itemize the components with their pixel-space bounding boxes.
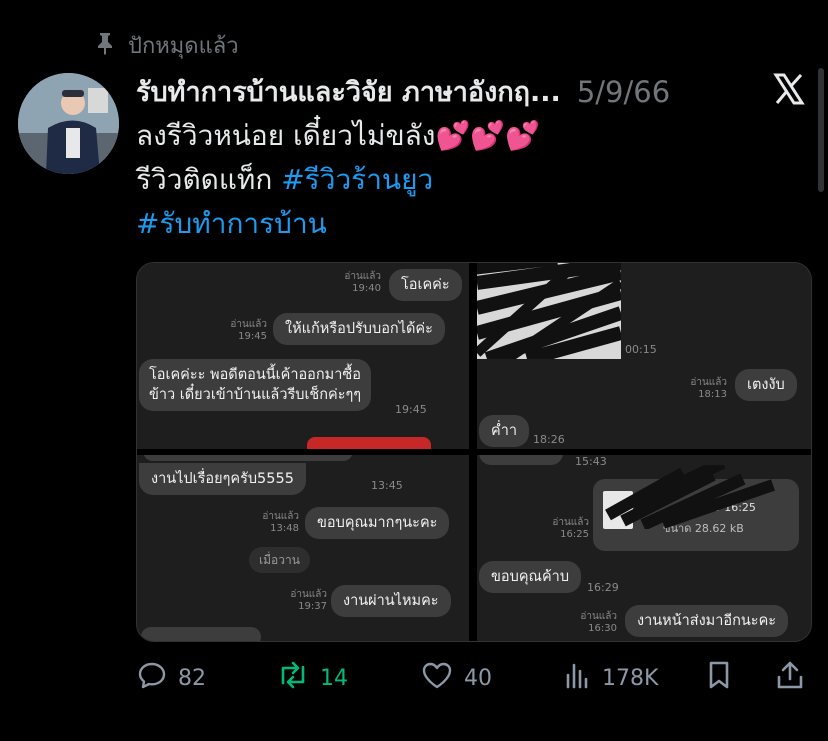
cropped-bubble (143, 455, 353, 461)
sticker-fragment (307, 437, 431, 449)
read-status: อ่านแล้ว (262, 511, 299, 522)
tweet-date[interactable]: 5/9/66 (577, 75, 670, 109)
chat-bubble-line: ข้าว เดี๋ยวเข้าบ้านแล้วรีบเช็กค่ะๆๆ (149, 387, 362, 403)
view-count: 178K (602, 665, 659, 691)
timestamp: 16:30 (588, 623, 617, 634)
redacted-image (477, 263, 624, 366)
read-status: อ่านแล้ว (690, 377, 727, 388)
timestamp: 15:43 (575, 455, 607, 468)
cropped-bubble (479, 455, 563, 465)
action-bar: 82 14 40 178K (136, 656, 816, 700)
pinned-label: ปักหมุดแล้ว (128, 34, 239, 59)
tweet-text-line-3: #รับทำการบ้าน (136, 202, 327, 246)
timestamp: 18:13 (698, 389, 727, 400)
chat-bubble: ให้แก้หรือปรับบอกได้ค่ะ (273, 313, 445, 345)
bookmark-button[interactable] (704, 656, 734, 700)
retweet-count: 14 (320, 665, 348, 691)
retweet-button[interactable]: 14 (276, 656, 348, 700)
read-status: อ่านแล้ว (580, 611, 617, 622)
share-icon (774, 659, 806, 697)
chat-bubble-multiline: โอเคค่ะะ พอดีตอนนี้เค้าออกมาซื้อ ข้าว เด… (139, 359, 372, 411)
read-status: อ่านแล้ว (290, 589, 327, 600)
chat-bubble: งานหน้าส่งมาอีกนะคะ (625, 605, 789, 637)
cropped-bubble (141, 627, 261, 641)
timestamp: 13:45 (371, 479, 403, 492)
tweet-header: รับทำการบ้านและวิจัย ภาษาอังกฤ... 5/9/66 (136, 70, 776, 113)
retweet-icon (276, 659, 310, 697)
timestamp: 18:26 (533, 433, 565, 446)
chat-screenshot-4[interactable]: 15:43 9/9 16:25 ขนาด 28.62 kB อ่านแล้ว 1… (477, 455, 811, 641)
bookmark-icon (704, 659, 734, 697)
file-attachment[interactable]: 9/9 16:25 ขนาด 28.62 kB (593, 465, 799, 551)
avatar[interactable] (18, 73, 119, 174)
analytics-icon (564, 659, 592, 697)
hearts-emoji: 💕💕💕 (435, 119, 541, 152)
timestamp: 19:37 (298, 601, 327, 612)
like-button[interactable]: 40 (420, 656, 492, 700)
read-status: อ่านแล้ว (344, 271, 381, 282)
collage-divider (137, 449, 811, 455)
pin-icon (94, 31, 116, 61)
timestamp: 00:15 (625, 343, 657, 356)
timestamp: 16:29 (587, 581, 619, 594)
hashtag-homework[interactable]: #รับทำการบ้าน (136, 207, 327, 240)
x-logo-icon[interactable] (772, 72, 806, 110)
chat-bubble: ค่ำา (479, 415, 529, 447)
views-button[interactable]: 178K (564, 656, 658, 700)
read-status: อ่านแล้ว (230, 319, 267, 330)
tweet-line-2-prefix: รีวิวติดแท็ก (136, 163, 282, 196)
timestamp: 19:45 (395, 403, 427, 416)
hashtag-review[interactable]: #รีวิวร้านยูว (281, 163, 433, 196)
reply-count: 82 (178, 665, 206, 691)
chat-bubble: งานผ่านไหมคะ (331, 585, 451, 617)
media-collage[interactable]: อ่านแล้ว 19:40 โอเคค่ะ อ่านแล้ว 19:45 ให… (136, 262, 812, 642)
chat-bubble: งานไปเรื่อยๆครับ5555 (139, 463, 306, 495)
tweet-text-line-1: ลงรีวิวหน่อย เดี๋ยวไม่ขลัง💕💕💕 (136, 114, 540, 158)
chat-bubble: เตงงับ (735, 369, 797, 401)
read-status: อ่านแล้ว (552, 517, 589, 528)
timestamp: 16:25 (560, 529, 589, 540)
chat-bubble: ขอบคุณค้าบ (479, 561, 582, 593)
timestamp: 19:45 (238, 331, 267, 342)
like-count: 40 (464, 665, 492, 691)
pinned-indicator: ปักหมุดแล้ว (94, 28, 239, 63)
chat-bubble: โอเคค่ะ (389, 269, 462, 301)
display-name[interactable]: รับทำการบ้านและวิจัย ภาษาอังกฤ... (136, 70, 561, 113)
chat-bubble-line: โอเคค่ะะ พอดีตอนนี้เค้าออกมาซื้อ (149, 367, 361, 383)
tweet-text-line-2: รีวิวติดแท็ก #รีวิวร้านยูว (136, 158, 433, 202)
timestamp: 13:48 (270, 523, 299, 534)
chat-screenshot-1[interactable]: อ่านแล้ว 19:40 โอเคค่ะ อ่านแล้ว 19:45 ให… (137, 263, 469, 449)
reply-button[interactable]: 82 (136, 656, 206, 700)
share-button[interactable] (774, 656, 806, 700)
redaction-scribble (605, 465, 775, 529)
chat-screenshot-3[interactable]: งานไปเรื่อยๆครับ5555 13:45 อ่านแล้ว 13:4… (137, 455, 469, 641)
chat-screenshot-2[interactable]: 00:15 อ่านแล้ว 18:13 เตงงับ ค่ำา 18:26 (477, 263, 811, 449)
heart-icon (420, 659, 454, 697)
reply-icon (136, 659, 168, 697)
timestamp: 19:40 (352, 283, 381, 294)
chat-bubble: ขอบคุณมากๆนะคะ (305, 507, 450, 539)
tweet-line-1: ลงรีวิวหน่อย เดี๋ยวไม่ขลัง (136, 119, 436, 152)
day-separator: เมื่อวาน (249, 547, 310, 573)
scrollbar[interactable] (818, 68, 824, 192)
